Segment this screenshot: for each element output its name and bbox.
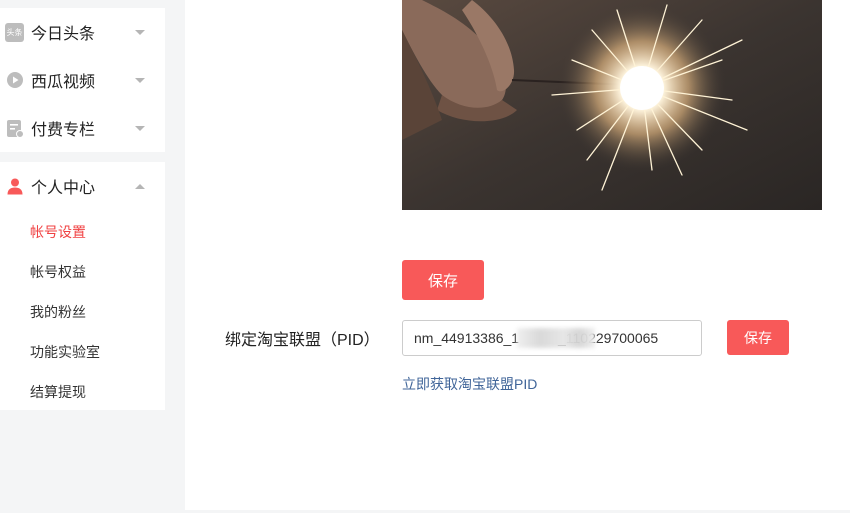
pid-redaction-blur bbox=[517, 328, 595, 348]
sidebar-subitem-feature-lab[interactable]: 功能实验室 bbox=[30, 342, 100, 362]
sidebar-subitem-account-rights[interactable]: 帐号权益 bbox=[30, 262, 86, 282]
sidebar-item-label: 个人中心 bbox=[31, 180, 96, 197]
sidebar-subitem-account-settings[interactable]: 帐号设置 bbox=[30, 222, 86, 242]
xigua-video-icon bbox=[5, 71, 24, 90]
sidebar-item-personal-center[interactable]: 个人中心 bbox=[0, 162, 165, 210]
chevron-up-icon bbox=[135, 183, 145, 189]
sidebar-item-label: 今日头条 bbox=[31, 26, 96, 43]
main-panel: 保存 绑定淘宝联盟（PID） 保存 立即获取淘宝联盟PID bbox=[185, 0, 850, 510]
save-button[interactable]: 保存 bbox=[402, 260, 484, 300]
sidebar-personal-card: 个人中心 帐号设置 帐号权益 我的粉丝 功能实验室 结算提现 bbox=[0, 162, 165, 410]
sidebar-item-xigua-video[interactable]: 西瓜视频 bbox=[0, 56, 165, 104]
sidebar-item-label: 付费专栏 bbox=[31, 122, 96, 139]
chevron-down-icon bbox=[135, 77, 145, 83]
user-icon bbox=[5, 177, 24, 196]
pid-label: 绑定淘宝联盟（PID） bbox=[225, 332, 380, 349]
sidebar-subitem-settlement-withdraw[interactable]: 结算提现 bbox=[30, 382, 86, 402]
sidebar-item-toutiao[interactable]: 头条 今日头条 bbox=[0, 8, 165, 56]
paid-column-icon bbox=[5, 119, 24, 138]
sidebar-subitem-my-fans[interactable]: 我的粉丝 bbox=[30, 302, 86, 322]
sidebar-top-card: 头条 今日头条 西瓜视频 付费专栏 bbox=[0, 8, 165, 152]
toutiao-icon: 头条 bbox=[5, 22, 24, 42]
pid-save-button[interactable]: 保存 bbox=[727, 320, 789, 355]
get-pid-link[interactable]: 立即获取淘宝联盟PID bbox=[402, 374, 537, 394]
sidebar-item-label: 西瓜视频 bbox=[31, 74, 96, 91]
chevron-down-icon bbox=[135, 125, 145, 131]
sparkler-photo bbox=[402, 0, 822, 210]
sidebar-item-paid-column[interactable]: 付费专栏 bbox=[0, 104, 165, 152]
chevron-down-icon bbox=[135, 29, 145, 35]
